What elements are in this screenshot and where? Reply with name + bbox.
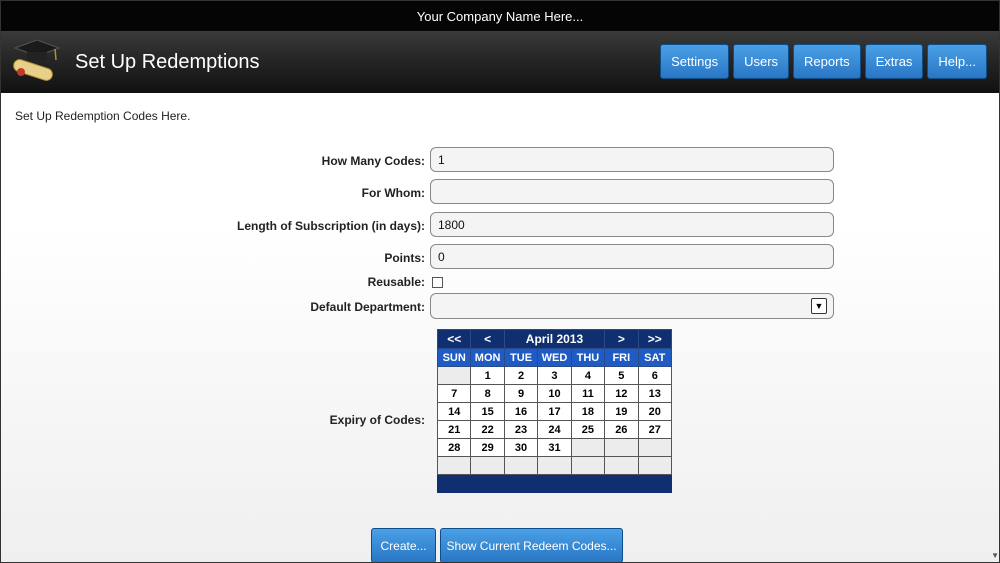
calendar-day[interactable]: 14 xyxy=(436,402,472,421)
calendar-empty-cell xyxy=(470,456,505,475)
page-title: Set Up Redemptions xyxy=(75,51,260,73)
calendar-day[interactable]: 3 xyxy=(537,366,572,385)
points-input[interactable] xyxy=(430,244,834,269)
dow-header: SUN xyxy=(436,348,472,367)
calendar-day[interactable]: 10 xyxy=(537,384,572,403)
for-whom-label: For Whom: xyxy=(361,186,425,200)
how-many-codes-input[interactable] xyxy=(430,147,834,172)
show-redeem-codes-button[interactable]: Show Current Redeem Codes... xyxy=(440,528,623,562)
calendar-day[interactable]: 25 xyxy=(570,420,606,439)
calendar-footer xyxy=(437,474,672,493)
default-department-select[interactable]: ▼ xyxy=(430,293,834,319)
calendar-empty-cell xyxy=(436,366,472,385)
calendar-day[interactable]: 2 xyxy=(503,366,539,385)
calendar-day[interactable]: 30 xyxy=(503,438,539,457)
settings-button[interactable]: Settings xyxy=(660,44,730,79)
day-of-week-row: SUN MON TUE WED THU FRI SAT xyxy=(436,348,673,367)
calendar-day[interactable]: 5 xyxy=(604,366,639,385)
calendar-day[interactable]: 12 xyxy=(604,384,639,403)
intro-text: Set Up Redemption Codes Here. xyxy=(15,109,191,123)
calendar-day[interactable]: 20 xyxy=(637,402,673,421)
calendar-day[interactable]: 19 xyxy=(604,402,639,421)
prev-month-button[interactable]: < xyxy=(470,329,505,349)
calendar-week-row xyxy=(436,456,673,475)
dow-header: TUE xyxy=(503,348,539,367)
create-button[interactable]: Create... xyxy=(371,528,436,562)
company-name: Your Company Name Here... xyxy=(416,8,584,24)
extras-button[interactable]: Extras xyxy=(864,44,924,79)
dow-header: MON xyxy=(470,348,505,367)
calendar-week-row: 28 29 30 31 xyxy=(436,438,673,457)
calendar-week-row: 7 8 9 10 11 12 13 xyxy=(436,384,673,403)
calendar-empty-cell xyxy=(537,456,572,475)
calendar-empty-cell xyxy=(604,438,639,457)
main-nav: Settings Users Reports Extras Help... xyxy=(660,44,987,79)
dow-header: THU xyxy=(570,348,606,367)
for-whom-input[interactable] xyxy=(430,179,834,204)
calendar-day[interactable]: 23 xyxy=(503,420,539,439)
calendar-day[interactable]: 4 xyxy=(570,366,606,385)
dow-header: WED xyxy=(537,348,572,367)
header: Set Up Redemptions Settings Users Report… xyxy=(1,31,999,93)
calendar-day[interactable]: 17 xyxy=(537,402,572,421)
help-button[interactable]: Help... xyxy=(927,44,987,79)
calendar-day[interactable]: 22 xyxy=(470,420,505,439)
expiry-calendar: << < April 2013 > >> SUN MON TUE WED THU… xyxy=(436,329,673,493)
calendar-empty-cell xyxy=(436,456,472,475)
next-year-button[interactable]: >> xyxy=(637,329,673,349)
subscription-length-label: Length of Subscription (in days): xyxy=(237,219,425,233)
calendar-empty-cell xyxy=(637,438,673,457)
calendar-month-label: April 2013 xyxy=(503,329,606,349)
calendar-empty-cell xyxy=(604,456,639,475)
calendar-day[interactable]: 7 xyxy=(436,384,472,403)
how-many-codes-label: How Many Codes: xyxy=(321,154,425,168)
next-month-button[interactable]: > xyxy=(604,329,639,349)
calendar-day[interactable]: 8 xyxy=(470,384,505,403)
calendar-day[interactable]: 26 xyxy=(604,420,639,439)
chevron-down-icon[interactable]: ▼ xyxy=(811,298,827,314)
calendar-day[interactable]: 24 xyxy=(537,420,572,439)
reports-button[interactable]: Reports xyxy=(793,44,861,79)
calendar-day[interactable]: 27 xyxy=(637,420,673,439)
calendar-week-row: 14 15 16 17 18 19 20 xyxy=(436,402,673,421)
expiry-label: Expiry of Codes: xyxy=(329,413,425,427)
calendar-day[interactable]: 6 xyxy=(637,366,673,385)
calendar-empty-cell xyxy=(570,438,606,457)
calendar-day[interactable]: 13 xyxy=(637,384,673,403)
calendar-day[interactable]: 11 xyxy=(570,384,606,403)
calendar-week-row: 21 22 23 24 25 26 27 xyxy=(436,420,673,439)
points-label: Points: xyxy=(384,251,425,265)
calendar-day[interactable]: 29 xyxy=(470,438,505,457)
calendar-week-row: 123456 xyxy=(436,366,673,385)
calendar-empty-cell xyxy=(503,456,539,475)
reusable-label: Reusable: xyxy=(367,275,425,289)
reusable-checkbox[interactable] xyxy=(432,277,443,288)
calendar-day[interactable]: 18 xyxy=(570,402,606,421)
calendar-footer-cell xyxy=(437,474,672,493)
calendar-day[interactable]: 28 xyxy=(436,438,472,457)
calendar-empty-cell xyxy=(570,456,606,475)
subscription-length-input[interactable] xyxy=(430,212,834,237)
prev-year-button[interactable]: << xyxy=(436,329,472,349)
default-department-label: Default Department: xyxy=(310,300,425,314)
dow-header: SAT xyxy=(637,348,673,367)
calendar-empty-cell xyxy=(637,456,673,475)
calendar-day[interactable]: 31 xyxy=(537,438,572,457)
calendar-day[interactable]: 15 xyxy=(470,402,505,421)
calendar-day[interactable]: 9 xyxy=(503,384,539,403)
scroll-down-icon[interactable]: ▼ xyxy=(991,551,999,560)
app-window: Your Company Name Here... Set Up Redempt… xyxy=(0,0,1000,563)
company-bar: Your Company Name Here... xyxy=(1,1,999,31)
graduation-diploma-icon xyxy=(13,39,61,81)
users-button[interactable]: Users xyxy=(733,44,790,79)
dow-header: FRI xyxy=(604,348,639,367)
calendar-day[interactable]: 1 xyxy=(470,366,505,385)
calendar-day[interactable]: 16 xyxy=(503,402,539,421)
calendar-day[interactable]: 21 xyxy=(436,420,472,439)
